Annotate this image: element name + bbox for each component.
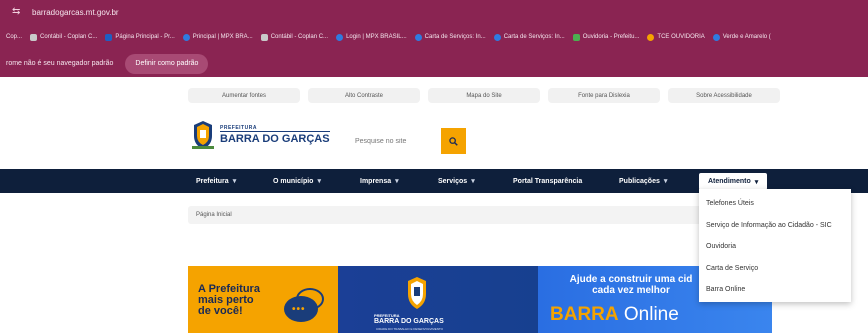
logo-city-name: BARRA DO GARÇAS: [220, 131, 330, 145]
bookmark-favicon-icon: [712, 33, 720, 41]
barra-online-logo: BARRA Online: [550, 304, 679, 325]
bookmark-item[interactable]: Principal | MPX BRA...: [182, 33, 253, 41]
bookmark-item[interactable]: Cop...: [6, 34, 22, 40]
set-default-button[interactable]: Definir como padrão: [125, 53, 209, 74]
bookmark-favicon-icon: [336, 33, 344, 41]
bookmark-favicon-icon: [30, 33, 38, 41]
bookmark-favicon-icon: [414, 33, 422, 41]
bookmark-favicon-icon: [182, 33, 190, 41]
chevron-down-icon: ▾: [395, 178, 399, 185]
nav-publicacoes[interactable]: Publicações ▾: [619, 169, 667, 193]
atendimento-dropdown: Telefones Úteis Serviço de Informação ao…: [699, 189, 851, 302]
url-text[interactable]: barradogarcas.mt.gov.br: [32, 8, 119, 17]
bookmark-item[interactable]: Verde e Amarelo (: [712, 33, 771, 41]
infobar-message: rome não é seu navegador padrão: [6, 60, 114, 67]
bookmark-item[interactable]: Login | MPX BRASIL...: [336, 33, 407, 41]
bookmark-favicon-icon: [493, 33, 501, 41]
chat-dots-icon: •••: [292, 304, 306, 315]
dropdown-item-carta-servico[interactable]: Carta de Serviço: [706, 265, 758, 272]
site-settings-icon[interactable]: ⇆: [12, 7, 22, 17]
bookmark-favicon-icon: [572, 33, 580, 41]
accessibility-bar: Aumentar fontes Alto Contraste Mapa do S…: [188, 88, 780, 103]
dropdown-item-telefones[interactable]: Telefones Úteis: [706, 200, 754, 207]
bookmark-item[interactable]: Contábil - Coplan C...: [30, 33, 97, 41]
high-contrast-button[interactable]: Alto Contraste: [308, 88, 420, 103]
breadcrumb-home-link[interactable]: Página Inicial: [196, 212, 232, 218]
bookmarks-bar: Cop... Contábil - Coplan C... Página Pri…: [0, 24, 868, 50]
bookmark-item[interactable]: Contábil - Coplan C...: [260, 33, 328, 41]
search-button[interactable]: [441, 128, 466, 154]
banner-tagline: CIDADE DO TRABALHO E DESENVOLVIMENTO: [376, 327, 444, 331]
bookmark-item[interactable]: Carta de Serviços: In...: [414, 33, 486, 41]
bookmark-item[interactable]: Página Principal - Pr...: [105, 33, 175, 41]
about-accessibility-button[interactable]: Sobre Acessibilidade: [668, 88, 780, 103]
chevron-down-icon: ▾: [754, 178, 759, 186]
banner-left-text: A Prefeitura mais perto de você!: [198, 283, 260, 317]
nav-o-municipio[interactable]: O município ▾: [273, 169, 321, 193]
bookmark-favicon-icon: [105, 33, 113, 41]
nav-portal-transparencia[interactable]: Portal Transparência: [513, 169, 582, 193]
chevron-down-icon: ▾: [663, 178, 668, 185]
dropdown-item-barra-online[interactable]: Barra Online: [706, 286, 745, 293]
promo-banner[interactable]: A Prefeitura mais perto de você! ••• PRE…: [188, 266, 772, 333]
nav-prefeitura[interactable]: Prefeitura ▾: [196, 169, 236, 193]
nav-servicos[interactable]: Serviços ▾: [438, 169, 475, 193]
banner-crest-icon: [408, 277, 426, 309]
bookmark-item[interactable]: Carta de Serviços: In...: [493, 33, 565, 41]
breadcrumb: Página Inicial: [188, 206, 772, 224]
dropdown-item-ouvidoria[interactable]: Ouvidoria: [706, 243, 736, 250]
bookmark-favicon-icon: [647, 33, 655, 41]
chevron-down-icon: ▾: [232, 178, 237, 185]
bookmark-item[interactable]: Ouvidoria - Prefeitu...: [572, 33, 639, 41]
chevron-down-icon: ▾: [317, 178, 321, 185]
logo-text: PREFEITURA BARRA DO GARÇAS: [220, 125, 330, 145]
nav-imprensa[interactable]: Imprensa ▾: [360, 169, 399, 193]
search-input[interactable]: [341, 128, 441, 154]
default-browser-infobar: rome não é seu navegador padrão Definir …: [0, 50, 868, 77]
bookmark-item[interactable]: TCE OUVIDORIA: [647, 33, 705, 41]
bookmark-favicon-icon: [260, 33, 268, 41]
nav-atendimento[interactable]: Atendimento ▾: [699, 173, 768, 190]
dyslexia-font-button[interactable]: Fonte para Dislexia: [548, 88, 660, 103]
increase-font-button[interactable]: Aumentar fontes: [188, 88, 300, 103]
search-icon: [449, 136, 458, 146]
site-logo[interactable]: PREFEITURA BARRA DO GARÇAS: [190, 120, 330, 150]
banner-city-name: BARRA DO GARÇAS: [374, 318, 444, 325]
chevron-down-icon: ▾: [471, 178, 475, 185]
browser-url-bar[interactable]: ⇆ barradogarcas.mt.gov.br: [0, 0, 868, 24]
dropdown-item-sic[interactable]: Serviço de Informação ao Cidadão - SIC: [706, 222, 832, 229]
banner-right-text: Ajude a construir uma cid cada vez melho…: [569, 274, 693, 296]
city-crest-icon: [192, 121, 214, 149]
site-map-button[interactable]: Mapa do Site: [428, 88, 540, 103]
